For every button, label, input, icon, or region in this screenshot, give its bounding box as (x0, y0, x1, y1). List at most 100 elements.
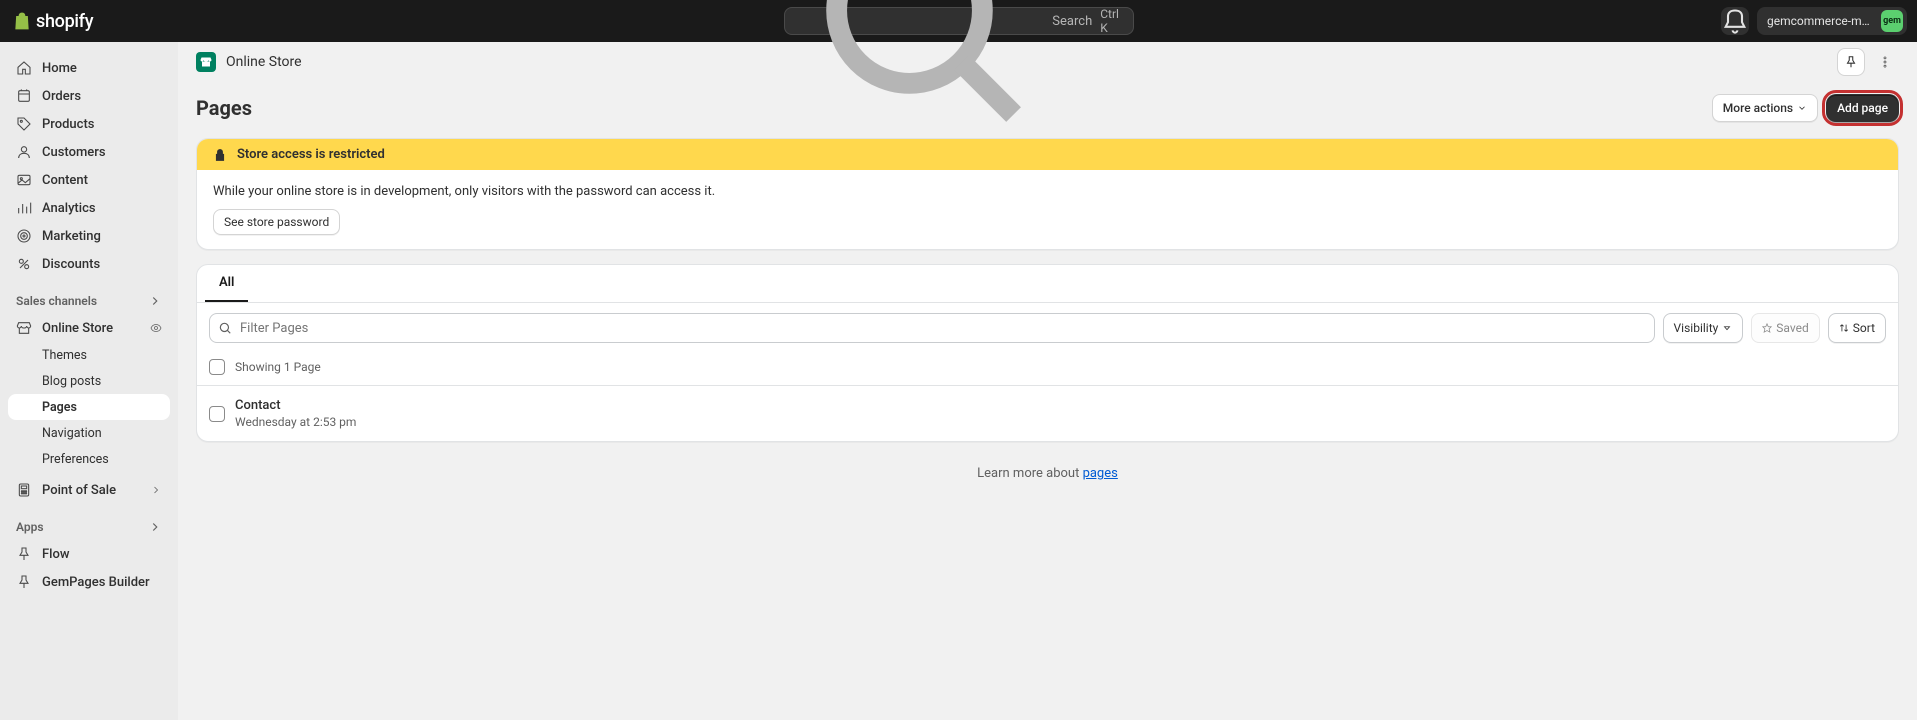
visibility-filter[interactable]: Visibility (1663, 313, 1744, 343)
chevron-right-icon (148, 294, 162, 308)
nav-products[interactable]: Products (8, 110, 170, 138)
products-icon (16, 116, 32, 132)
restriction-card: Store access is restricted While your on… (196, 138, 1899, 250)
nav-marketing[interactable]: Marketing (8, 222, 170, 250)
sort-icon (1839, 323, 1849, 333)
avatar: gem (1881, 10, 1903, 32)
select-all-checkbox[interactable] (209, 359, 225, 375)
filter-input-wrap (209, 313, 1655, 343)
page-title: Pages (196, 96, 252, 120)
nav-discounts[interactable]: Discounts (8, 250, 170, 278)
eye-icon (150, 322, 162, 334)
learn-more-link[interactable]: pages (1083, 466, 1118, 481)
sidebar: Home Orders Products Customers Content A… (0, 42, 178, 720)
breadcrumb: Online Store (226, 54, 302, 70)
customers-icon (16, 144, 32, 160)
store-badge-icon (200, 56, 212, 68)
nav-label: Customers (42, 145, 106, 160)
banner-text: Store access is restricted (237, 147, 385, 162)
see-password-button[interactable]: See store password (213, 209, 340, 235)
sales-channels-header[interactable]: Sales channels (8, 288, 170, 314)
learn-more: Learn more about pages (196, 456, 1899, 485)
nav-themes[interactable]: Themes (8, 342, 170, 368)
pin-button[interactable] (1837, 48, 1865, 76)
nav-label: Discounts (42, 257, 100, 272)
brand-text: shopify (36, 11, 93, 32)
pin-icon (16, 546, 32, 562)
main: Online Store Pages More actions (178, 42, 1917, 720)
nav-blog-posts[interactable]: Blog posts (8, 368, 170, 394)
row-title: Contact (235, 398, 356, 413)
nav-label: Flow (42, 547, 70, 562)
tabs: All (197, 265, 1898, 303)
title-row: Pages More actions Add page (196, 94, 1899, 122)
row-checkbox[interactable] (209, 406, 225, 422)
search-icon (218, 321, 232, 335)
sort-button[interactable]: Sort (1828, 313, 1886, 343)
search-placeholder: Search (1052, 14, 1092, 29)
nav-label: Products (42, 117, 94, 132)
nav-label: Analytics (42, 201, 96, 216)
filter-input[interactable] (209, 313, 1655, 343)
nav-content[interactable]: Content (8, 166, 170, 194)
nav-pages[interactable]: Pages (8, 394, 170, 420)
nav-app-flow[interactable]: Flow (8, 540, 170, 568)
brand-logo[interactable]: shopify (12, 10, 93, 32)
notifications-button[interactable] (1721, 7, 1749, 35)
star-icon (1762, 323, 1772, 333)
page-row[interactable]: Contact Wednesday at 2:53 pm (197, 386, 1898, 441)
content-icon (16, 172, 32, 188)
more-button[interactable] (1871, 48, 1899, 76)
row-subtitle: Wednesday at 2:53 pm (235, 415, 356, 429)
caret-down-icon (1722, 323, 1732, 333)
more-actions-button[interactable]: More actions (1712, 94, 1818, 122)
nav-home[interactable]: Home (8, 54, 170, 82)
apps-header[interactable]: Apps (8, 514, 170, 540)
page-header: Online Store (178, 42, 1917, 82)
lock-icon (213, 148, 227, 162)
nav-label: Home (42, 61, 77, 76)
showing-count: Showing 1 Page (235, 360, 321, 374)
analytics-icon (16, 200, 32, 216)
orders-icon (16, 88, 32, 104)
nav-label: Online Store (42, 321, 113, 336)
nav-label: Content (42, 173, 88, 188)
restriction-body: While your online store is in developmen… (213, 184, 1882, 199)
store-switcher[interactable]: gemcommerce-marke... gem (1757, 7, 1907, 35)
nav-label: Point of Sale (42, 483, 116, 498)
global-search[interactable]: Search Ctrl K (784, 7, 1134, 35)
chevron-right-icon (148, 520, 162, 534)
nav-point-of-sale[interactable]: Point of Sale (8, 476, 170, 504)
shopify-bag-icon (12, 10, 32, 32)
nav-app-gempages[interactable]: GemPages Builder (8, 568, 170, 596)
discounts-icon (16, 256, 32, 272)
store-name: gemcommerce-marke... (1767, 14, 1873, 28)
chevron-right-icon (150, 484, 162, 496)
kebab-icon (1878, 55, 1892, 69)
topbar: shopify Search Ctrl K gemcommerce-marke.… (0, 0, 1917, 42)
home-icon (16, 60, 32, 76)
nav-customers[interactable]: Customers (8, 138, 170, 166)
add-page-button[interactable]: Add page (1826, 94, 1899, 122)
search-icon (795, 0, 1045, 146)
chevron-down-icon (1797, 103, 1807, 113)
pos-icon (16, 482, 32, 498)
search-shortcut: Ctrl K (1100, 7, 1122, 35)
nav-label: Orders (42, 89, 81, 104)
pin-icon (16, 574, 32, 590)
nav-online-store[interactable]: Online Store (8, 314, 170, 342)
marketing-icon (16, 228, 32, 244)
nav-label: Marketing (42, 229, 101, 244)
nav-analytics[interactable]: Analytics (8, 194, 170, 222)
nav-navigation[interactable]: Navigation (8, 420, 170, 446)
pages-list-card: All Visibility Saved (196, 264, 1899, 442)
store-icon (16, 320, 32, 336)
nav-orders[interactable]: Orders (8, 82, 170, 110)
nav-label: GemPages Builder (42, 575, 150, 590)
bell-icon (1721, 7, 1749, 35)
channel-badge (196, 52, 216, 72)
saved-button[interactable]: Saved (1751, 313, 1819, 343)
tab-all[interactable]: All (205, 265, 248, 302)
restriction-banner: Store access is restricted (197, 139, 1898, 170)
nav-preferences[interactable]: Preferences (8, 446, 170, 472)
